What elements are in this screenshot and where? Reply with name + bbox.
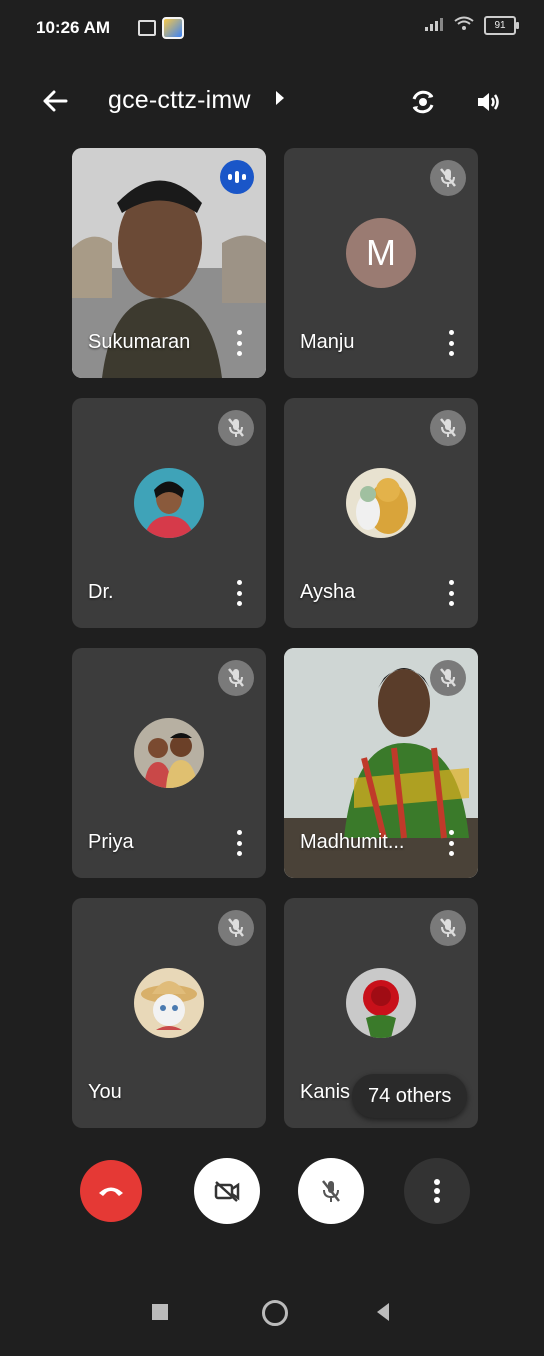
more-options-icon[interactable] xyxy=(234,830,244,856)
cast-icon xyxy=(138,20,156,36)
mic-off-icon xyxy=(322,1180,340,1202)
mic-off-icon xyxy=(430,660,466,696)
camera-off-icon xyxy=(214,1181,240,1202)
switch-camera-icon[interactable] xyxy=(405,84,441,120)
wifi-icon xyxy=(454,16,474,35)
others-count-badge[interactable]: 74 others xyxy=(352,1074,468,1118)
status-system-icons: 91 xyxy=(424,16,519,35)
app-notification-icon xyxy=(162,17,184,39)
participant-name: Manju xyxy=(300,331,355,353)
meeting-code[interactable]: gce-cttz-imw xyxy=(108,86,251,115)
mic-off-icon xyxy=(218,410,254,446)
participant-tile-you[interactable]: You xyxy=(72,898,266,1128)
back-triangle-icon[interactable] xyxy=(377,1303,389,1321)
more-options-icon[interactable] xyxy=(446,580,456,606)
participant-name: Priya xyxy=(88,831,134,853)
camera-toggle-button[interactable] xyxy=(194,1158,260,1224)
recents-icon[interactable] xyxy=(152,1304,168,1320)
end-call-button[interactable] xyxy=(80,1160,142,1222)
more-options-icon[interactable] xyxy=(446,330,456,356)
participant-name: Kanis xyxy=(300,1081,351,1103)
mic-off-icon xyxy=(430,410,466,446)
participant-tile-madhumitha[interactable]: Madhumit... xyxy=(284,648,478,878)
mic-off-icon xyxy=(430,160,466,196)
participant-tile-aysha[interactable]: Aysha xyxy=(284,398,478,628)
more-options-icon[interactable] xyxy=(234,580,244,606)
more-options-button[interactable] xyxy=(404,1158,470,1224)
participant-name: Aysha xyxy=(300,581,356,603)
avatar xyxy=(346,468,416,538)
status-notification-icons xyxy=(138,17,184,39)
participant-tile-manju[interactable]: M Manju xyxy=(284,148,478,378)
participant-tile-priya[interactable]: Priya xyxy=(72,648,266,878)
participant-name: Dr. xyxy=(88,581,114,603)
participant-name: Sukumaran xyxy=(88,331,191,353)
chevron-right-icon[interactable] xyxy=(276,91,284,105)
speaking-indicator-icon xyxy=(220,160,254,194)
more-vert-icon xyxy=(434,1179,440,1203)
mic-off-icon xyxy=(218,910,254,946)
participant-name: You xyxy=(88,1081,122,1103)
mic-off-icon xyxy=(430,910,466,946)
avatar xyxy=(134,468,204,538)
meeting-header: gce-cttz-imw xyxy=(0,70,544,130)
battery-icon: 91 xyxy=(484,16,519,35)
status-time: 10:26 AM xyxy=(36,18,111,37)
speaker-icon[interactable] xyxy=(470,84,506,120)
avatar xyxy=(134,718,204,788)
status-bar: 10:26 AM 91 xyxy=(0,0,544,56)
mic-off-icon xyxy=(218,660,254,696)
participant-tile-dr[interactable]: Dr. xyxy=(72,398,266,628)
call-controls xyxy=(0,1158,544,1238)
participant-tile-sukumaran[interactable]: Sukumaran xyxy=(72,148,266,378)
avatar xyxy=(134,968,204,1038)
more-options-icon[interactable] xyxy=(446,830,456,856)
system-navigation-bar xyxy=(0,1276,544,1356)
signal-icon xyxy=(424,17,444,34)
home-icon[interactable] xyxy=(262,1300,288,1326)
hang-up-icon xyxy=(99,1187,123,1196)
microphone-toggle-button[interactable] xyxy=(298,1158,364,1224)
more-options-icon[interactable] xyxy=(234,330,244,356)
back-arrow-icon[interactable] xyxy=(38,84,72,118)
avatar-initial: M xyxy=(346,218,416,288)
participant-name: Madhumit... xyxy=(300,831,405,853)
avatar xyxy=(346,968,416,1038)
